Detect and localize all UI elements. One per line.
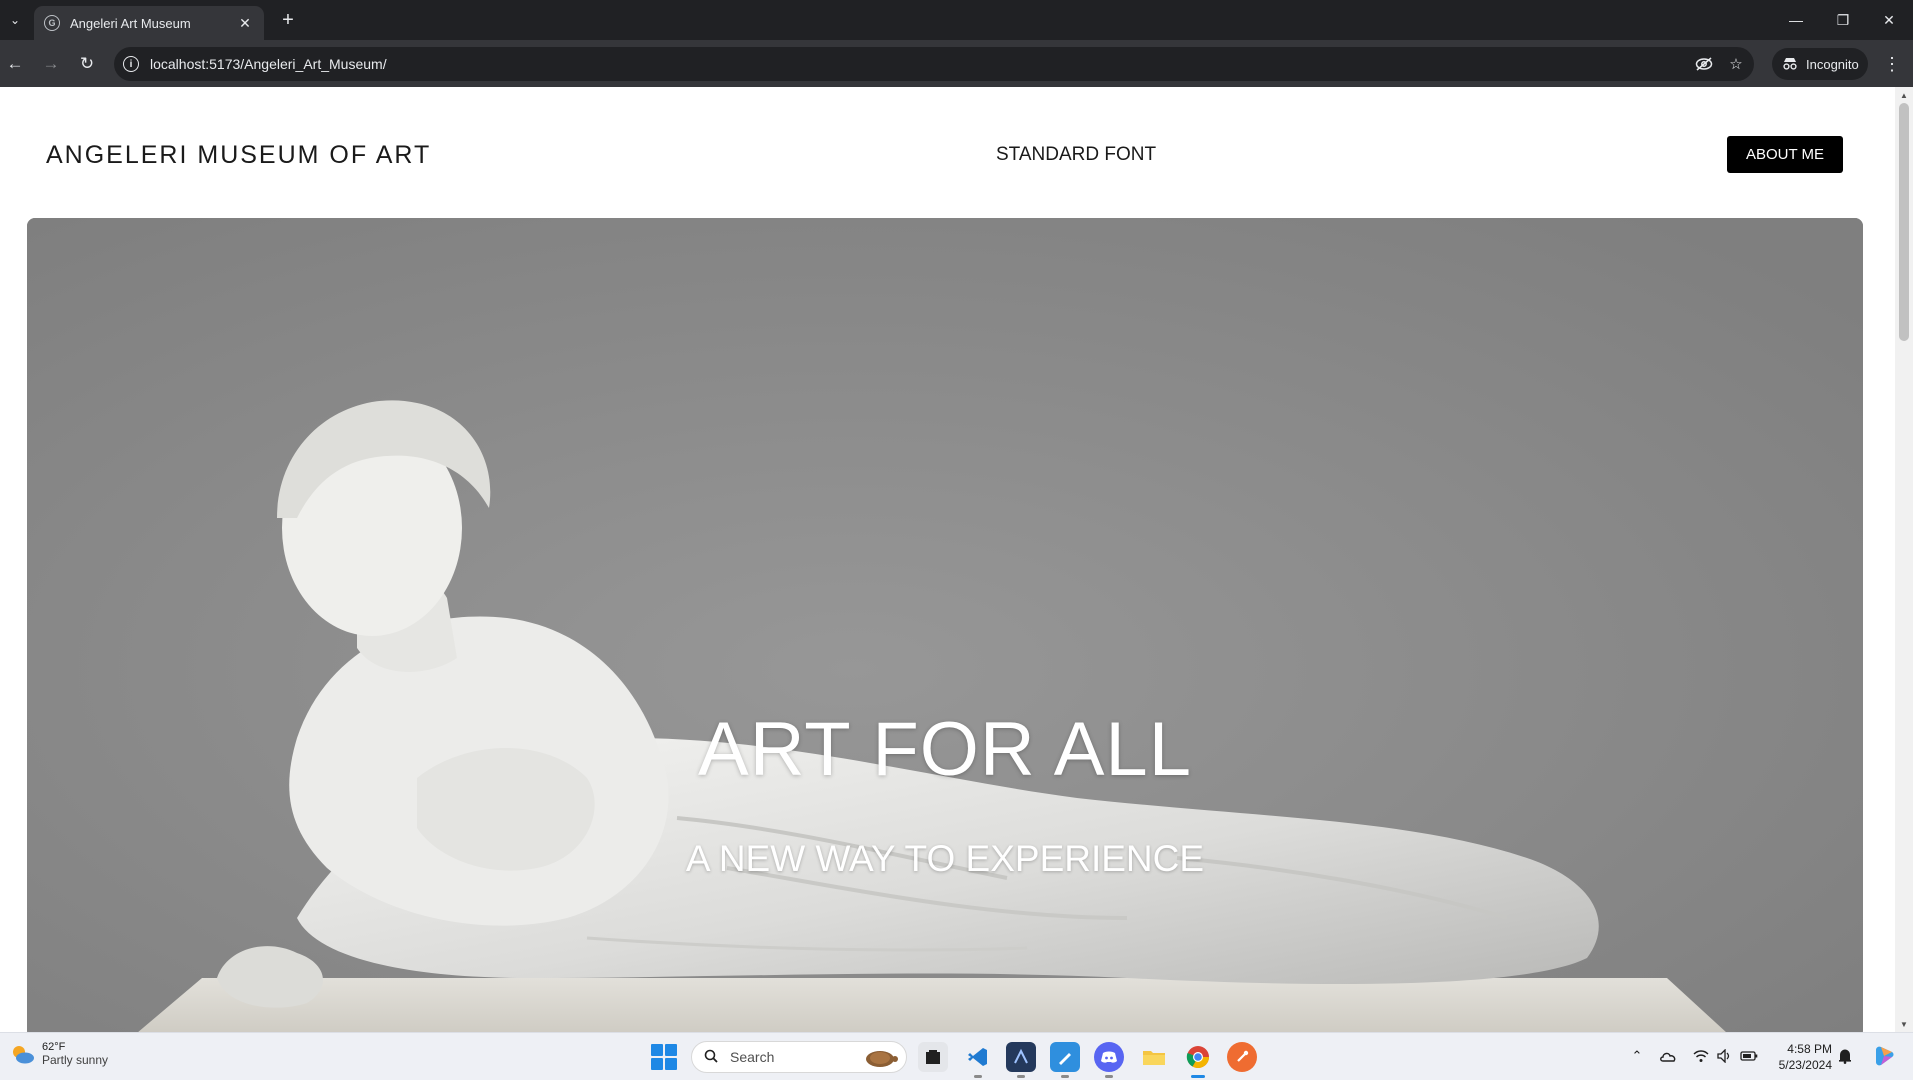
hero-title: ART FOR ALL <box>698 707 1192 792</box>
turtle-search-highlight-icon <box>866 1051 898 1067</box>
speaker-volume-icon[interactable] <box>1716 1047 1734 1065</box>
hero-banner: ART FOR ALL A NEW WAY TO EXPERIENCE <box>27 218 1863 1032</box>
reclining-marble-statue-image <box>27 218 1863 1032</box>
chevron-up-icon[interactable]: ⌃ <box>1628 1047 1646 1065</box>
page-viewport: ANGELERI MUSEUM OF ART STANDARD FONT ABO… <box>0 87 1913 1032</box>
scroll-thumb[interactable] <box>1899 103 1909 341</box>
windows-start-icon[interactable] <box>651 1044 677 1070</box>
new-tab-button[interactable]: + <box>276 8 300 32</box>
notification-bell-icon[interactable] <box>1836 1047 1854 1065</box>
taskbar-search-input[interactable]: Search <box>691 1041 907 1073</box>
tab-search-button[interactable]: ⌄ <box>4 9 26 31</box>
windows-taskbar: 62°F Partly sunny Search ⌃ 4:58 PM 5/23/… <box>0 1032 1913 1080</box>
close-window-button[interactable]: ✕ <box>1877 8 1901 32</box>
scroll-up-arrow-icon[interactable]: ▲ <box>1895 87 1913 103</box>
weather-widget[interactable]: 62°F Partly sunny <box>10 1041 108 1067</box>
onedrive-cloud-icon[interactable] <box>1659 1047 1677 1065</box>
browser-toolbar: ← → ↻ i localhost:5173/Angeleri_Art_Muse… <box>0 40 1913 87</box>
forward-arrow-icon[interactable]: → <box>38 51 64 77</box>
incognito-label: Incognito <box>1806 56 1859 72</box>
search-placeholder: Search <box>730 1049 775 1065</box>
font-toggle-link[interactable]: STANDARD FONT <box>996 144 1156 166</box>
clock-date: 5/23/2024 <box>1778 1058 1832 1072</box>
hero-subtitle: A NEW WAY TO EXPERIENCE <box>685 838 1205 879</box>
chrome-icon[interactable] <box>1183 1042 1213 1078</box>
bookmark-star-icon[interactable]: ☆ <box>1726 54 1746 74</box>
file-explorer-icon[interactable] <box>1139 1042 1169 1072</box>
tab-close-icon[interactable]: ✕ <box>236 15 254 32</box>
copilot-icon[interactable] <box>1871 1043 1897 1069</box>
globe-favicon-icon: G <box>44 15 60 31</box>
page-scrollbar[interactable]: ▲ ▼ <box>1895 87 1913 1032</box>
weather-temperature: 62°F <box>42 1041 66 1053</box>
paint-icon[interactable] <box>1050 1042 1080 1078</box>
eye-slash-icon[interactable] <box>1694 54 1714 74</box>
wifi-icon[interactable] <box>1692 1047 1710 1065</box>
vscode-icon[interactable] <box>963 1042 993 1078</box>
browser-tab-active[interactable]: G Angeleri Art Museum ✕ <box>34 6 264 40</box>
incognito-indicator[interactable]: Incognito <box>1772 48 1868 80</box>
clock-time: 4:58 PM <box>1787 1042 1832 1056</box>
battery-icon[interactable] <box>1740 1047 1758 1065</box>
scroll-down-arrow-icon[interactable]: ▼ <box>1895 1016 1913 1032</box>
weather-description: Partly sunny <box>42 1053 109 1067</box>
site-brand[interactable]: ANGELERI MUSEUM OF ART <box>46 141 431 170</box>
search-icon <box>704 1049 722 1066</box>
file-manager-icon[interactable] <box>918 1042 948 1072</box>
about-me-button[interactable]: ABOUT ME <box>1727 136 1843 173</box>
discord-icon[interactable] <box>1094 1042 1124 1078</box>
address-url[interactable]: localhost:5173/Angeleri_Art_Museum/ <box>150 56 387 72</box>
ssms-icon[interactable] <box>1006 1042 1036 1078</box>
partly-sunny-icon <box>10 1041 36 1067</box>
incognito-icon <box>1782 56 1800 73</box>
site-header: ANGELERI MUSEUM OF ART STANDARD FONT ABO… <box>0 87 1895 217</box>
address-bar[interactable]: i localhost:5173/Angeleri_Art_Museum/ ☆ <box>114 47 1754 81</box>
site-info-icon[interactable]: i <box>123 56 139 72</box>
reload-icon[interactable]: ↻ <box>74 51 100 77</box>
taskbar-clock[interactable]: 4:58 PM 5/23/2024 <box>1766 1042 1832 1072</box>
back-arrow-icon[interactable]: ← <box>2 51 28 77</box>
minimize-window-button[interactable]: — <box>1784 8 1808 32</box>
browser-tab-strip: ⌄ G Angeleri Art Museum ✕ + — ❐ ✕ <box>0 0 1913 40</box>
restore-window-button[interactable]: ❐ <box>1831 8 1855 32</box>
kebab-menu-icon[interactable]: ⋮ <box>1880 51 1904 77</box>
postman-icon[interactable] <box>1227 1042 1257 1072</box>
tab-title: Angeleri Art Museum <box>70 15 191 31</box>
